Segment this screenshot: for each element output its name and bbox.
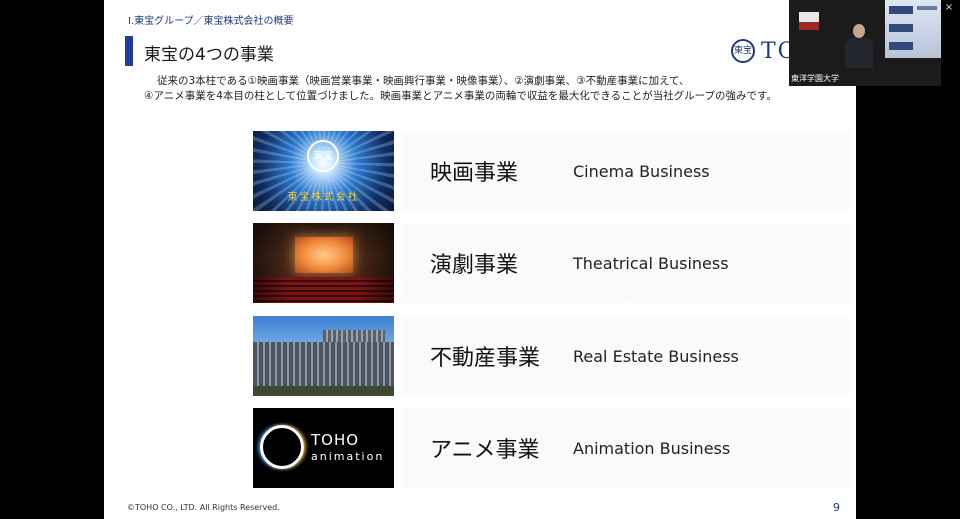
toho-emblem-icon: 東宝 bbox=[307, 140, 339, 172]
business-row-cinema: 東宝 東宝株式会社 映画事業 Cinema Business bbox=[253, 131, 853, 211]
business-name-en: Animation Business bbox=[573, 439, 731, 458]
business-name-en: Theatrical Business bbox=[573, 254, 729, 273]
business-name-jp: 映画事業 bbox=[430, 161, 519, 186]
speaker-head bbox=[853, 24, 865, 38]
thumbnail-caption: 東宝株式会社 bbox=[287, 192, 360, 203]
description-line: ④アニメ事業を4本目の柱として位置づけました。映画事業とアニメ事業の両輪で収益を… bbox=[144, 90, 777, 102]
breadcrumb: Ⅰ.東宝グループ／東宝株式会社の概要 bbox=[128, 16, 294, 27]
business-name-jp: アニメ事業 bbox=[430, 438, 540, 463]
real-estate-thumbnail bbox=[253, 316, 394, 396]
business-name-en: Real Estate Business bbox=[573, 347, 739, 366]
copyright-footer: ©TOHO CO., LTD. All Rights Reserved. bbox=[127, 503, 280, 512]
page-number: 9 bbox=[833, 501, 840, 514]
page-title: 東宝の4つの事業 bbox=[144, 45, 274, 65]
banner-shape bbox=[799, 12, 819, 30]
description: 従来の3本柱である①映画事業（映画営業事業・映画興行事業・映像事業）、②演劇事業… bbox=[144, 74, 844, 104]
cinema-thumbnail: 東宝 東宝株式会社 bbox=[253, 131, 394, 211]
animation-thumbnail: TOHO animation bbox=[253, 408, 394, 488]
brand-line-1: TOHO bbox=[311, 431, 360, 449]
business-name-jp: 不動産事業 bbox=[430, 346, 541, 371]
description-line: 従来の3本柱である①映画事業（映画営業事業・映画興行事業・映像事業）、②演劇事業… bbox=[157, 75, 690, 87]
presentation-slide: Ⅰ.東宝グループ／東宝株式会社の概要 東宝の4つの事業 東宝 TOHO 従来の3… bbox=[104, 0, 856, 519]
projector-screen bbox=[885, 0, 941, 58]
toho-emblem-icon: 東宝 bbox=[731, 39, 755, 63]
business-row-animation: TOHO animation アニメ事業 Animation Business bbox=[253, 408, 853, 488]
title-accent-bar bbox=[125, 36, 133, 66]
close-icon[interactable]: × bbox=[944, 3, 954, 13]
ring-logo-icon bbox=[260, 425, 304, 469]
participant-label: 東洋学園大学 bbox=[791, 74, 839, 83]
participant-video[interactable]: 東洋学園大学 bbox=[789, 0, 941, 86]
brand-line-2: animation bbox=[311, 450, 385, 463]
theater-thumbnail bbox=[253, 223, 394, 303]
business-row-theatrical: 演劇事業 Theatrical Business bbox=[253, 223, 853, 303]
speaker-body bbox=[845, 38, 873, 68]
business-name-jp: 演劇事業 bbox=[430, 253, 519, 278]
business-row-real-estate: 不動産事業 Real Estate Business bbox=[253, 316, 853, 396]
business-name-en: Cinema Business bbox=[573, 162, 710, 181]
